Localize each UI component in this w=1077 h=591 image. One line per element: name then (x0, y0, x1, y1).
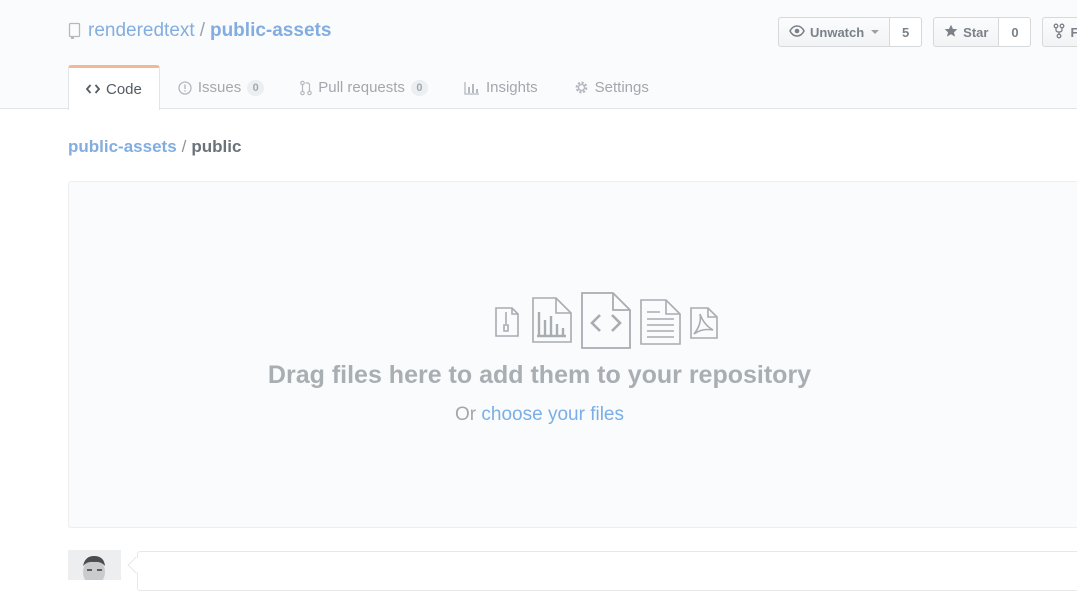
eye-icon (789, 24, 805, 40)
commit-message-box[interactable] (137, 551, 1077, 591)
repo-icon (68, 22, 82, 40)
file-zip-icon (495, 307, 519, 337)
breadcrumb-current-folder: public (191, 137, 242, 156)
repo-owner-link[interactable]: renderedtext (88, 20, 195, 42)
unwatch-label: Unwatch (810, 24, 865, 40)
tab-issues-label: Issues (197, 79, 242, 96)
graph-icon (464, 81, 480, 95)
commit-form (68, 550, 1077, 591)
repo-title-separator: / (199, 20, 205, 41)
file-dropzone[interactable]: Drag files here to add them to your repo… (68, 181, 1077, 528)
avatar (68, 550, 121, 580)
star-button[interactable]: Star (933, 17, 1000, 47)
repo-name-link[interactable]: public-assets (210, 20, 331, 42)
issues-counter: 0 (247, 79, 265, 96)
dropzone-subtitle: Or choose your files (1, 404, 1077, 426)
tab-code[interactable]: Code (68, 65, 160, 110)
tab-issues[interactable]: Issues 0 (160, 65, 282, 109)
breadcrumb-root-link[interactable]: public-assets (68, 137, 177, 157)
gear-icon (574, 80, 589, 95)
issue-icon (178, 80, 192, 95)
repo-title: renderedtext / public-assets (68, 19, 331, 43)
unwatch-button[interactable]: Unwatch (778, 17, 891, 47)
dropzone-title: Drag files here to add them to your repo… (267, 361, 812, 389)
code-icon (86, 83, 100, 95)
tab-pull-requests[interactable]: Pull requests 0 (282, 65, 446, 109)
fork-button[interactable]: F (1042, 17, 1077, 47)
repo-actions: Unwatch 5 Star 0 F (778, 17, 1077, 47)
repository-header: renderedtext / public-assets Unwatch 5 S… (0, 0, 1077, 110)
file-type-icons (495, 292, 718, 349)
file-text-icon (640, 299, 681, 345)
fork-label: F (1070, 24, 1077, 40)
star-icon (944, 24, 958, 41)
pull-requests-counter: 0 (410, 79, 428, 96)
watch-group: Unwatch 5 (778, 17, 923, 47)
file-chart-icon (532, 297, 572, 343)
stargazers-count[interactable]: 0 (999, 17, 1032, 47)
tab-settings[interactable]: Settings (556, 65, 667, 109)
star-label: Star (963, 24, 989, 40)
tab-insights[interactable]: Insights (446, 65, 556, 109)
tab-pull-requests-label: Pull requests (318, 79, 405, 96)
tab-code-label: Code (106, 80, 142, 98)
tab-settings-label: Settings (594, 79, 649, 96)
file-pdf-icon (690, 307, 718, 339)
file-code-icon (581, 292, 631, 349)
pull-request-icon (300, 80, 313, 96)
breadcrumb: public-assets / public (68, 137, 241, 157)
dropzone-or-text: Or (455, 404, 477, 425)
tab-insights-label: Insights (485, 79, 538, 96)
fork-group: F (1042, 17, 1077, 47)
choose-files-link[interactable]: choose your files (481, 404, 624, 425)
breadcrumb-separator: / (181, 137, 187, 156)
chevron-down-icon (871, 30, 880, 34)
repo-nav-tabs: Code Issues 0 Pull requests 0 Insights S… (68, 65, 667, 110)
star-group: Star 0 (933, 17, 1032, 47)
watchers-count[interactable]: 5 (890, 17, 923, 47)
fork-icon (1053, 23, 1065, 42)
